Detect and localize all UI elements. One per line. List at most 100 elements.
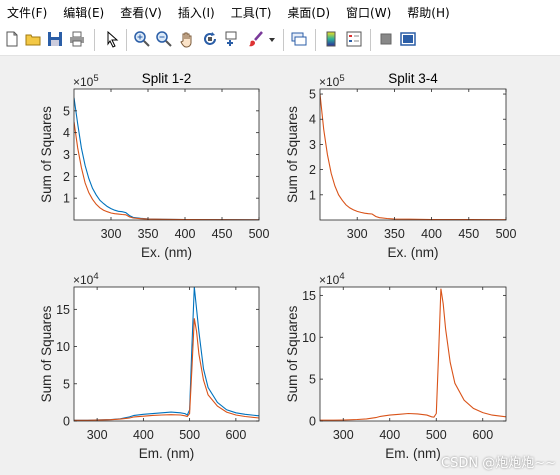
x-tick-label: 350 [384, 227, 405, 241]
open-folder-icon[interactable] [24, 30, 42, 48]
toolbar-separator [94, 29, 95, 51]
y-axis-label: Sum of Squares [285, 106, 300, 203]
axis-exponent-label: ×104 [73, 271, 99, 287]
show-plot-tools-icon[interactable] [399, 30, 417, 48]
x-tick-label: 500 [426, 428, 447, 442]
axes-background [74, 89, 259, 220]
y-tick-label: 2 [63, 170, 70, 184]
pointer-icon[interactable] [103, 30, 121, 48]
toolbar-separator [126, 29, 127, 51]
axis-exponent-power: 5 [93, 73, 98, 84]
x-tick-label: 300 [333, 428, 354, 442]
menu-desktop[interactable]: 桌面(D) [279, 4, 338, 21]
x-tick-label: 300 [101, 227, 122, 241]
y-tick-label: 5 [63, 377, 70, 391]
x-tick-label: 450 [458, 227, 479, 241]
menu-insert[interactable]: 插入(I) [170, 4, 223, 21]
x-tick-label: 450 [212, 227, 233, 241]
menu-bar: 文件(F) 编辑(E) 查看(V) 插入(I) 工具(T) 桌面(D) 窗口(W… [0, 0, 560, 24]
brush-icon[interactable] [247, 30, 265, 48]
axis-exponent-base: ×10 [73, 75, 94, 89]
y-tick-label: 5 [309, 88, 316, 102]
watermark: CSDN @炮炮炮~~ [441, 456, 556, 471]
chart-title: Split 3-4 [388, 71, 438, 86]
x-tick-label: 400 [421, 227, 442, 241]
legend-icon[interactable] [345, 30, 363, 48]
y-tick-label: 15 [56, 303, 70, 317]
brush-dropdown-icon[interactable] [267, 30, 277, 48]
hide-plot-tools-icon[interactable] [377, 30, 395, 48]
y-tick-label: 2 [309, 163, 316, 177]
x-tick-label: 400 [379, 428, 400, 442]
axis-exponent-base: ×10 [319, 75, 340, 89]
x-axis-label: Ex. (nm) [387, 245, 438, 260]
toolbar-separator [370, 29, 371, 51]
save-icon[interactable] [46, 30, 64, 48]
toolbar-separator [283, 29, 284, 51]
y-axis-label: Sum of Squares [39, 305, 54, 402]
axis-exponent-power: 4 [93, 271, 98, 282]
x-tick-label: 400 [175, 227, 196, 241]
subplot-4: 300 400 500 600 0 5 10 15×104 Em. (nm) Sum of Squ… [285, 271, 507, 461]
y-axis-label: Sum of Squares [285, 305, 300, 402]
figure-plot-area: 300 350 400 450 50012345×105 Split 1-2Ex. (nm… [39, 71, 516, 461]
rotate-3d-icon[interactable] [201, 30, 219, 48]
y-tick-label: 15 [302, 289, 316, 303]
menu-tools[interactable]: 工具(T) [223, 4, 280, 21]
x-tick-label: 300 [87, 428, 108, 442]
x-axis-label: Em. (nm) [385, 446, 441, 461]
x-axis-label: Em. (nm) [139, 446, 195, 461]
zoom-out-icon[interactable] [155, 30, 173, 48]
axes-background [74, 287, 259, 421]
subplot-2: 300 350 400 450 500 1 2 3 4 5×105 Split 3-4 Ex. (nm… [285, 71, 516, 260]
axes-background [320, 89, 506, 220]
menu-file[interactable]: 文件(F) [0, 4, 55, 21]
axis-exponent-label: ×104 [319, 271, 345, 287]
axis-exponent-base: ×10 [73, 273, 94, 287]
menu-edit[interactable]: 编辑(E) [55, 4, 112, 21]
y-tick-label: 1 [309, 188, 316, 202]
x-tick-label: 350 [138, 227, 159, 241]
y-tick-label: 1 [63, 192, 70, 206]
axes-background [320, 287, 506, 421]
x-tick-label: 600 [472, 428, 493, 442]
subplot-3: 300 400 500 600 0 5 10 15 ×104 Em. (nm) Sum of Squ… [39, 271, 260, 461]
y-axis-label: Sum of Squares [39, 106, 54, 203]
axis-exponent-label: ×105 [319, 73, 345, 89]
menu-view[interactable]: 查看(V) [112, 4, 170, 21]
data-cursor-icon[interactable] [224, 30, 242, 48]
axis-exponent-power: 4 [339, 271, 344, 282]
x-tick-label: 600 [225, 428, 246, 442]
y-tick-label: 0 [309, 415, 316, 429]
figure-toolbar [0, 24, 560, 56]
axis-exponent-power: 5 [339, 73, 344, 84]
toolbar-separator [315, 29, 316, 51]
x-tick-label: 500 [179, 428, 200, 442]
y-tick-label: 3 [309, 138, 316, 152]
axis-exponent-label: ×105 [73, 73, 99, 89]
pan-hand-icon[interactable] [178, 30, 196, 48]
y-tick-label: 5 [63, 104, 70, 118]
zoom-in-icon[interactable] [133, 30, 151, 48]
y-tick-label: 4 [63, 126, 70, 140]
x-tick-label: 500 [496, 227, 517, 241]
colorbar-icon[interactable] [322, 30, 340, 48]
y-tick-label: 3 [63, 148, 70, 162]
y-tick-label: 4 [309, 113, 316, 127]
x-axis-label: Ex. (nm) [141, 245, 192, 260]
y-tick-label: 0 [63, 415, 70, 429]
figure-canvas: 300 350 400 450 500 1 2 3 4 5 ×105 Split 1-2 Ex. (nm… [0, 57, 560, 475]
axis-exponent-base: ×10 [319, 273, 340, 287]
x-tick-label: 400 [133, 428, 154, 442]
y-tick-label: 5 [309, 373, 316, 387]
chart-title: Split 1-2 [142, 71, 192, 86]
x-tick-label: 300 [347, 227, 368, 241]
x-tick-label: 500 [249, 227, 270, 241]
link-plot-icon[interactable] [290, 30, 308, 48]
y-tick-label: 10 [302, 331, 316, 345]
menu-help[interactable]: 帮助(H) [399, 4, 457, 21]
subplot-1: 300 350 400 450 50012345×105 Split 1-2Ex. (nm… [39, 71, 269, 260]
new-file-icon[interactable] [3, 30, 21, 48]
print-icon[interactable] [68, 30, 86, 48]
menu-window[interactable]: 窗口(W) [338, 4, 399, 21]
